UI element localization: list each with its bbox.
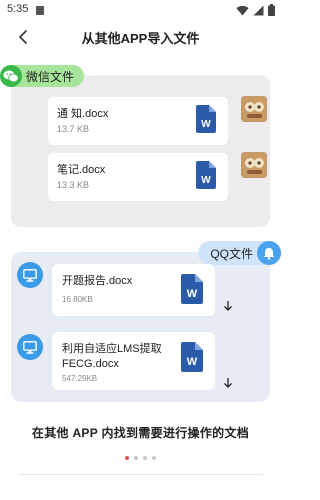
status-icons	[236, 4, 275, 16]
signal-icon	[253, 5, 264, 15]
svg-text:W: W	[201, 119, 211, 130]
download-button[interactable]	[221, 299, 235, 313]
qq-file-card[interactable]: 利用自适应LMS提取FECG.docx 547.29KB W	[52, 332, 215, 390]
word-doc-icon: W	[196, 105, 216, 133]
page-dot[interactable]	[134, 456, 138, 460]
file-size: 13.3 KB	[57, 180, 90, 190]
qq-file-card[interactable]: 开题报告.docx 16.80KB W	[52, 264, 215, 316]
wechat-icon	[0, 65, 22, 87]
file-name: 通 知.docx	[57, 108, 109, 120]
status-bar: 5:35	[0, 0, 281, 22]
file-name: 开题报告.docx	[62, 275, 133, 287]
monitor-icon	[17, 334, 43, 360]
qq-tag: QQ文件	[198, 241, 281, 265]
guide-caption: 在其他 APP 内找到需要进行操作的文档	[31, 426, 250, 440]
monitor-icon	[17, 262, 43, 288]
wifi-icon	[236, 5, 249, 16]
file-size: 547.29KB	[62, 374, 98, 383]
page-dot[interactable]	[143, 456, 147, 460]
qq-tag-label: QQ文件	[210, 246, 253, 261]
avatar	[241, 152, 267, 178]
battery-icon	[268, 4, 275, 16]
divider	[18, 474, 263, 475]
file-size: 13.7 KB	[57, 124, 90, 134]
file-name: 笔记.docx	[57, 164, 106, 176]
avatar	[241, 96, 267, 122]
page-indicator	[0, 456, 281, 460]
svg-text:W: W	[187, 288, 198, 300]
wechat-file-card[interactable]: 笔记.docx 13.3 KB W	[48, 153, 228, 201]
word-doc-icon: W	[196, 161, 216, 189]
file-size: 16.80KB	[62, 295, 93, 304]
page-dot[interactable]	[152, 456, 156, 460]
svg-text:W: W	[187, 356, 198, 368]
wechat-tag: 微信文件	[0, 65, 85, 87]
file-name: 利用自适应LMS提取FECG.docx	[62, 343, 162, 370]
svg-text:W: W	[201, 175, 211, 186]
page-dot[interactable]	[125, 456, 129, 460]
wechat-file-card[interactable]: 通 知.docx 13.7 KB W	[48, 97, 228, 145]
nav-bar: 从其他APP导入文件	[0, 22, 281, 52]
download-arrow-icon	[224, 301, 232, 311]
download-button[interactable]	[221, 376, 235, 390]
wechat-tag-label: 微信文件	[26, 69, 75, 84]
download-arrow-icon	[224, 378, 232, 388]
bell-icon	[257, 241, 281, 265]
page-title: 从其他APP导入文件	[81, 31, 200, 46]
status-time: 5:35	[7, 3, 29, 15]
word-doc-icon: W	[181, 274, 203, 304]
notification-icon	[36, 6, 44, 15]
word-doc-icon: W	[181, 342, 203, 372]
